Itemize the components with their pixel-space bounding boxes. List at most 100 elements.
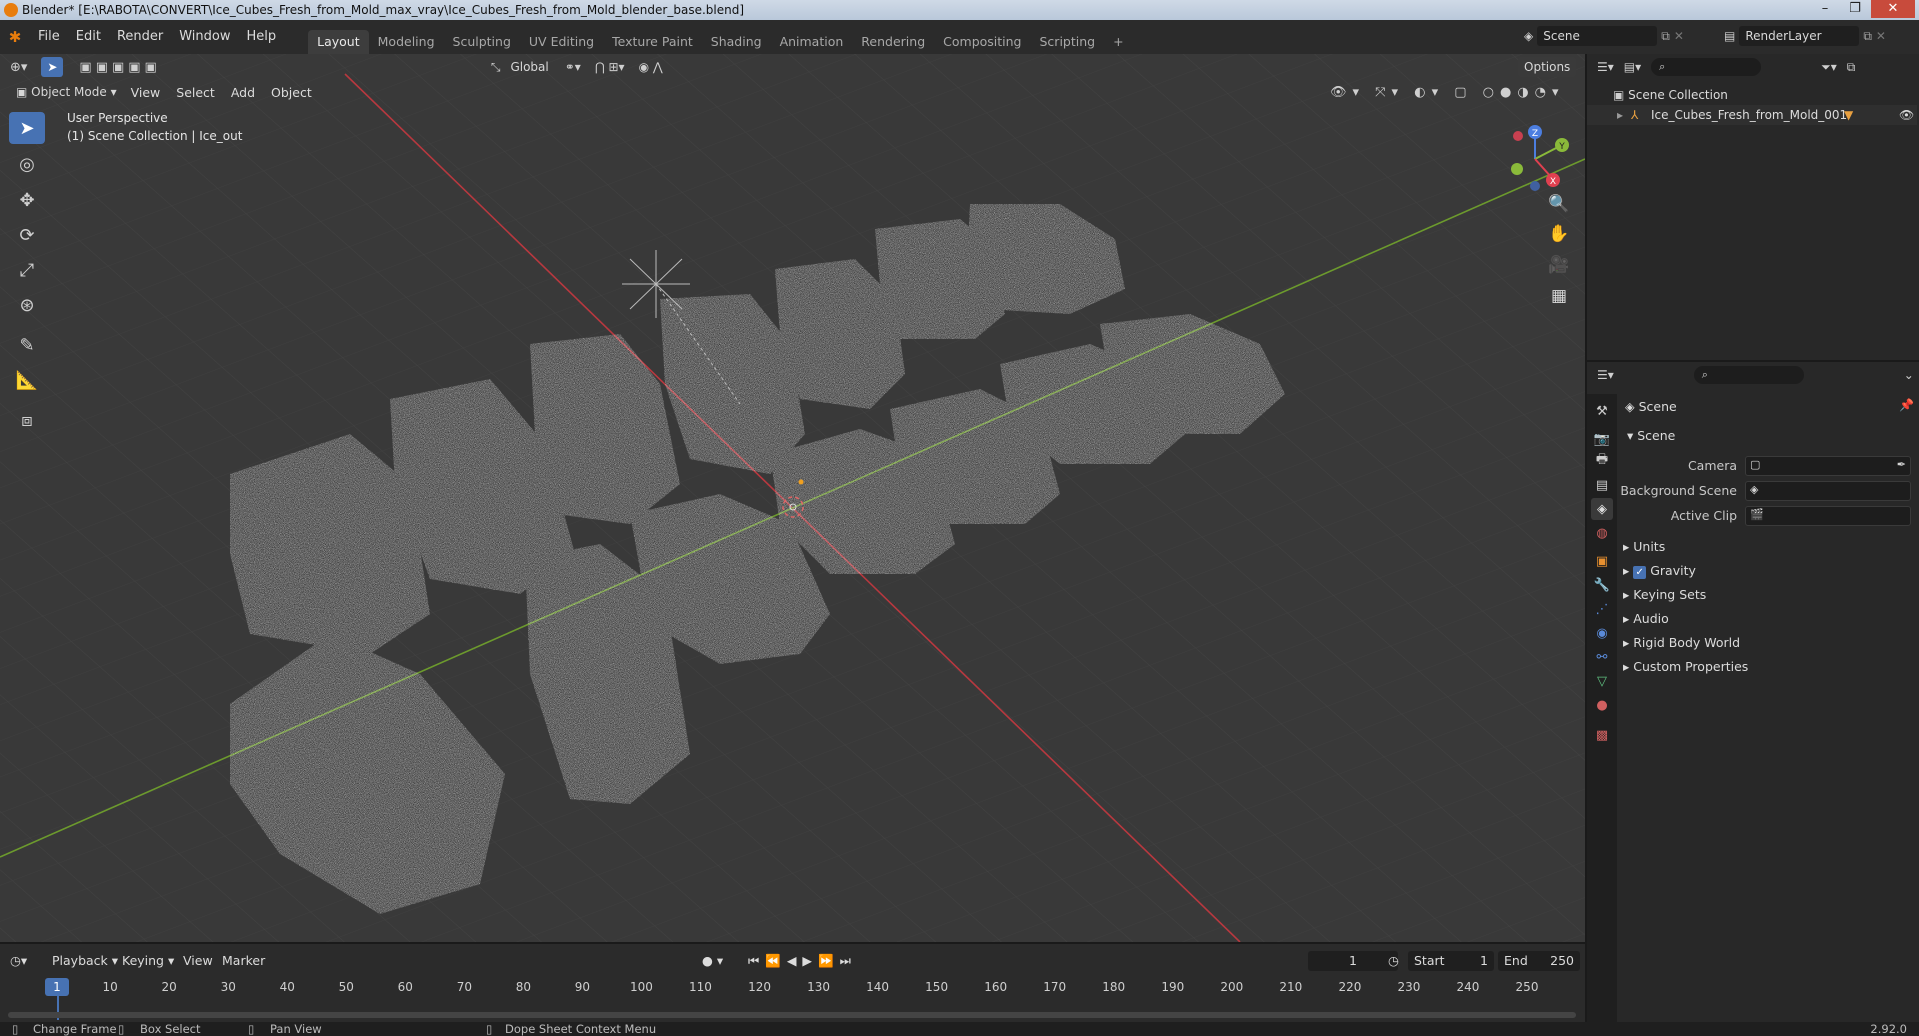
- data-tab-icon[interactable]: ▽: [1591, 670, 1613, 692]
- pan-hand-icon[interactable]: ✋: [1544, 219, 1574, 249]
- outliner-scene-collection[interactable]: ▣ Scene Collection: [1613, 85, 1728, 105]
- select-box-tool-icon[interactable]: ➤: [9, 112, 45, 144]
- timeline-scrollbar[interactable]: [8, 1012, 1576, 1018]
- menu-file[interactable]: File: [30, 20, 68, 54]
- eyedropper-icon[interactable]: ✒: [1897, 458, 1906, 471]
- remove-scene-icon[interactable]: ✕: [1674, 29, 1684, 43]
- cursor-tool-icon[interactable]: ◎: [9, 148, 45, 180]
- outliner-search-input[interactable]: ⌕: [1651, 58, 1762, 76]
- pin-icon[interactable]: 📌: [1899, 398, 1914, 412]
- add-cube-tool-icon[interactable]: ⧈: [9, 404, 45, 436]
- 3d-viewport[interactable]: ⊕▾ ➤ ▣▣▣▣▣ ⤡ Global ⚭▾ ⋂ ⊞▾ ◉ ⋀ Options …: [0, 54, 1585, 942]
- record-icon[interactable]: ● ▾: [702, 951, 723, 971]
- ortho-grid-icon[interactable]: ▦: [1544, 281, 1574, 311]
- transform-tool-icon[interactable]: ⊛: [9, 289, 45, 321]
- custom-properties-panel-header[interactable]: ▸ Custom Properties: [1623, 656, 1748, 678]
- audio-panel-header[interactable]: ▸ Audio: [1623, 608, 1669, 630]
- menu-render[interactable]: Render: [109, 20, 171, 54]
- scene-panel-header[interactable]: ▾ Scene: [1627, 425, 1675, 447]
- marker-menu[interactable]: Marker: [222, 951, 265, 971]
- maximize-button[interactable]: ❐: [1841, 0, 1869, 18]
- tab-scripting[interactable]: Scripting: [1031, 30, 1105, 54]
- tab-rendering[interactable]: Rendering: [852, 30, 934, 54]
- object-mode-dropdown[interactable]: ▣ Object Mode ▾: [10, 82, 123, 102]
- active-clip-field[interactable]: 🎬: [1745, 506, 1911, 526]
- proportional-edit-icon[interactable]: ◉ ⋀: [639, 60, 663, 74]
- new-collection-icon[interactable]: ⧉: [1847, 60, 1856, 75]
- display-mode-icon[interactable]: ▤▾: [1624, 60, 1641, 74]
- tool-tab-icon[interactable]: ⚒: [1591, 400, 1613, 422]
- menu-view[interactable]: View: [123, 85, 169, 100]
- scale-tool-icon[interactable]: ⤢: [9, 254, 45, 286]
- remove-view-layer-icon[interactable]: ✕: [1876, 29, 1886, 43]
- add-workspace-button[interactable]: +: [1104, 30, 1132, 54]
- scene-name-field[interactable]: Scene: [1537, 26, 1658, 46]
- camera-view-icon[interactable]: 🎥: [1544, 250, 1574, 280]
- keying-sets-panel-header[interactable]: ▸ Keying Sets: [1623, 584, 1706, 606]
- world-tab-icon[interactable]: ◍: [1591, 522, 1613, 544]
- physics-tab-icon[interactable]: ◉: [1591, 622, 1613, 644]
- new-scene-icon[interactable]: ⧉: [1661, 29, 1670, 44]
- close-button[interactable]: ✕: [1871, 0, 1915, 18]
- view-layer-field[interactable]: RenderLayer: [1739, 26, 1860, 46]
- selection-mode-icons[interactable]: ▣▣▣▣▣: [79, 60, 160, 75]
- options-dropdown[interactable]: Options: [1518, 57, 1577, 77]
- modifier-tab-icon[interactable]: 🔧: [1591, 574, 1613, 596]
- tab-uv-editing[interactable]: UV Editing: [520, 30, 603, 54]
- tab-shading[interactable]: Shading: [702, 30, 771, 54]
- measure-tool-icon[interactable]: 📐: [9, 364, 45, 396]
- texture-tab-icon[interactable]: ▩: [1591, 724, 1613, 746]
- menu-object[interactable]: Object: [263, 85, 320, 100]
- playback-controls-icons[interactable]: ⏮⏪◀▶⏩⏭: [748, 951, 857, 971]
- annotate-tool-icon[interactable]: ✎: [9, 329, 45, 361]
- tab-compositing[interactable]: Compositing: [934, 30, 1030, 54]
- current-frame-field[interactable]: 1: [1308, 951, 1398, 971]
- properties-editor-icon[interactable]: ☰▾: [1597, 368, 1614, 382]
- minimize-button[interactable]: –: [1811, 0, 1839, 18]
- filter-icon[interactable]: ⏷▾: [1821, 60, 1837, 75]
- gravity-panel-header[interactable]: ▸ ✓ Gravity: [1623, 560, 1696, 582]
- zoom-icon[interactable]: 🔍: [1544, 189, 1574, 219]
- chevron-down-icon[interactable]: ⌄: [1904, 368, 1914, 382]
- move-tool-icon[interactable]: ✥: [9, 184, 45, 216]
- timeline-view-menu[interactable]: View: [183, 951, 213, 971]
- rotate-tool-icon[interactable]: ⟳: [9, 219, 45, 251]
- rigid-body-world-panel-header[interactable]: ▸ Rigid Body World: [1623, 632, 1740, 654]
- camera-field[interactable]: ▢ ✒: [1745, 456, 1911, 476]
- object-tab-icon[interactable]: ▣: [1591, 550, 1613, 572]
- select-tool-icon[interactable]: ➤: [41, 57, 64, 77]
- end-frame-field[interactable]: End 250: [1498, 951, 1580, 971]
- tab-modeling[interactable]: Modeling: [369, 30, 444, 54]
- menu-select[interactable]: Select: [168, 85, 223, 100]
- properties-search-input[interactable]: ⌕: [1693, 366, 1804, 384]
- pivot-icon[interactable]: ⚭▾: [565, 60, 581, 74]
- tab-layout[interactable]: Layout: [308, 30, 369, 54]
- outliner-editor-icon[interactable]: ☰▾: [1597, 60, 1614, 74]
- transform-orientation-dropdown[interactable]: Global: [504, 57, 554, 77]
- tab-texture-paint[interactable]: Texture Paint: [603, 30, 702, 54]
- start-frame-field[interactable]: Start 1: [1408, 951, 1494, 971]
- outliner-item[interactable]: ▸ ⅄ Ice_Cubes_Fresh_from_Mold_001 ▼ 👁: [1587, 105, 1917, 125]
- snap-icon[interactable]: ⋂ ⊞▾: [595, 60, 625, 74]
- visibility-eye-icon[interactable]: 👁: [1899, 105, 1914, 125]
- menu-help[interactable]: Help: [239, 20, 285, 54]
- gravity-checkbox[interactable]: ✓: [1633, 566, 1647, 579]
- render-tab-icon[interactable]: 📷: [1591, 428, 1613, 450]
- keying-menu[interactable]: Keying ▾: [122, 951, 174, 971]
- timeline-editor-icon[interactable]: ◷▾: [10, 951, 27, 971]
- material-tab-icon[interactable]: ●: [1591, 694, 1613, 716]
- tab-sculpting[interactable]: Sculpting: [444, 30, 520, 54]
- tab-animation[interactable]: Animation: [771, 30, 853, 54]
- menu-edit[interactable]: Edit: [68, 20, 109, 54]
- viewport-overlay-icons[interactable]: 👁▾ ⤧▾ ◐▾ ▢ ○●◑◔▾: [1330, 85, 1565, 100]
- blender-menu-icon[interactable]: ✱: [0, 28, 30, 46]
- expand-arrow-icon[interactable]: ▸: [1617, 105, 1623, 125]
- particles-tab-icon[interactable]: ⋰: [1591, 598, 1613, 620]
- units-panel-header[interactable]: ▸ Units: [1623, 536, 1665, 558]
- menu-add[interactable]: Add: [223, 85, 263, 100]
- background-scene-field[interactable]: ◈: [1745, 481, 1911, 501]
- menu-window[interactable]: Window: [171, 20, 238, 54]
- editor-type-icon[interactable]: ⊕▾: [10, 60, 27, 75]
- playback-menu[interactable]: Playback ▾: [52, 951, 118, 971]
- constraints-tab-icon[interactable]: ⚯: [1591, 646, 1613, 668]
